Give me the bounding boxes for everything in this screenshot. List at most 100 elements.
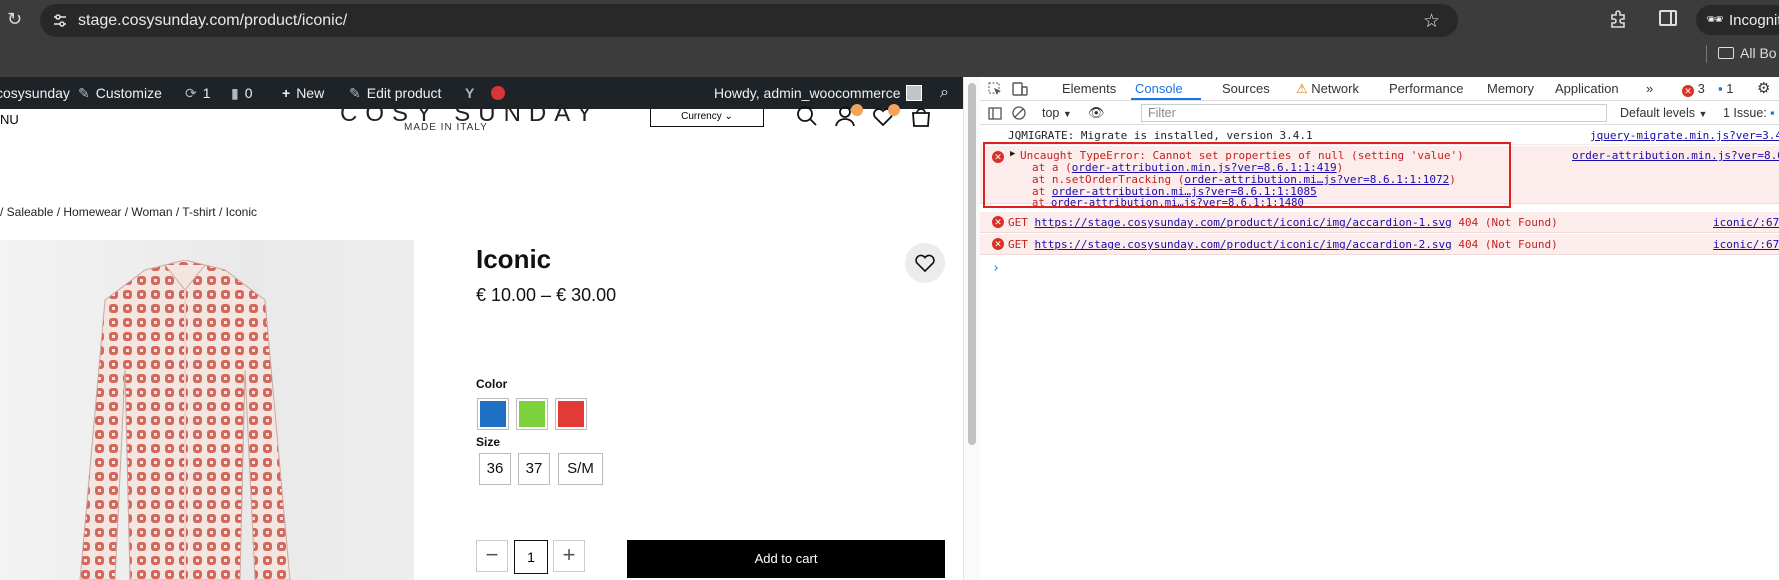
size-option-37[interactable]: 37 bbox=[518, 453, 550, 485]
extensions-icon[interactable] bbox=[1608, 9, 1628, 29]
admin-new[interactable]: + New bbox=[282, 85, 324, 101]
quantity-decrease-button[interactable]: − bbox=[476, 540, 508, 572]
yoast-icon[interactable]: Y bbox=[465, 85, 474, 101]
admin-customize[interactable]: ✎ Customize bbox=[78, 85, 162, 102]
issue-counter[interactable]: ▪ 1 bbox=[1718, 81, 1733, 96]
settings-gear-icon[interactable]: ⚙ bbox=[1757, 79, 1770, 97]
network-error: GET https://stage.cosysunday.com/product… bbox=[1008, 216, 1558, 229]
http-method: GET bbox=[1008, 216, 1028, 229]
console-error-row: ✕ GET https://stage.cosysunday.com/produ… bbox=[980, 234, 1779, 255]
breadcrumb[interactable]: / Saleable / Homewear / Woman / T-shirt … bbox=[0, 205, 257, 219]
pencil-icon: ✎ bbox=[349, 85, 361, 101]
error-icon: ✕ bbox=[992, 238, 1004, 250]
bookmarks-divider bbox=[1706, 45, 1707, 63]
bookmark-star-icon[interactable]: ☆ bbox=[1423, 10, 1440, 33]
dropdown-arrow-icon: ▼ bbox=[1062, 109, 1072, 119]
site-header: NU COSY SUNDAY MADE IN ITALY Currency ⌄ bbox=[0, 100, 963, 169]
error-source-link[interactable]: iconic/:67 bbox=[1713, 238, 1779, 251]
color-swatch-green[interactable] bbox=[516, 398, 548, 430]
tab-performance[interactable]: Performance bbox=[1389, 81, 1463, 96]
admin-search-icon[interactable]: ⌕ bbox=[940, 84, 949, 102]
devtools-panel: Elements Console Sources ⚠ Network Perfo… bbox=[980, 77, 1779, 580]
color-label: Color bbox=[476, 377, 508, 391]
live-expression-eye-icon[interactable]: 👁 bbox=[1088, 105, 1105, 121]
new-label: New bbox=[296, 85, 325, 101]
color-swatch-red[interactable] bbox=[555, 398, 587, 430]
seo-status-dot[interactable] bbox=[491, 86, 505, 100]
swatch-fill bbox=[558, 401, 584, 427]
error-icon: ✕ bbox=[1682, 85, 1694, 97]
side-panel-icon[interactable] bbox=[1659, 10, 1677, 26]
admin-site-name[interactable]: cosysunday bbox=[0, 85, 70, 101]
url-text[interactable]: stage.cosysunday.com/product/iconic/ bbox=[78, 12, 347, 30]
updates-icon: ⟳ bbox=[185, 85, 197, 101]
brush-icon: ✎ bbox=[78, 85, 90, 101]
currency-select[interactable]: Currency ⌄ bbox=[650, 109, 764, 127]
error-count: 3 bbox=[1697, 81, 1705, 96]
address-bar[interactable]: stage.cosysunday.com/product/iconic/ ☆ bbox=[40, 4, 1458, 37]
tab-network[interactable]: ⚠ Network bbox=[1296, 81, 1359, 97]
more-tabs-icon[interactable]: » bbox=[1646, 81, 1653, 96]
scrollbar-thumb[interactable] bbox=[968, 83, 976, 445]
console-toolbar: top ▼ 👁 Filter Default levels ▼ 1 Issue:… bbox=[980, 101, 1779, 125]
shirt-image bbox=[79, 260, 291, 580]
highlight-annotation-box bbox=[983, 142, 1511, 208]
console-filter-input[interactable]: Filter bbox=[1141, 104, 1607, 122]
clear-console-icon[interactable] bbox=[1012, 106, 1026, 120]
incognito-badge[interactable]: 🕶 Incognito bbox=[1696, 5, 1779, 35]
quantity-increase-button[interactable]: + bbox=[553, 540, 585, 572]
tab-memory[interactable]: Memory bbox=[1487, 81, 1534, 96]
search-icon[interactable] bbox=[796, 105, 818, 127]
dropdown-arrow-icon: ▼ bbox=[1698, 109, 1708, 119]
reload-icon[interactable]: ↻ bbox=[7, 9, 22, 30]
add-to-cart-button[interactable]: Add to cart bbox=[627, 540, 945, 578]
swatch-fill bbox=[480, 401, 506, 427]
howdy-label: Howdy, admin_woocommerce bbox=[714, 85, 901, 101]
issues-link[interactable]: 1 Issue: ▪ bbox=[1723, 106, 1775, 120]
product-image[interactable] bbox=[0, 240, 414, 580]
admin-comments[interactable]: ▮ 0 bbox=[231, 85, 253, 102]
menu-toggle[interactable]: NU bbox=[0, 112, 19, 127]
account-badge bbox=[851, 104, 863, 116]
color-swatch-blue[interactable] bbox=[477, 398, 509, 430]
customize-label: Customize bbox=[95, 85, 162, 101]
all-bookmarks[interactable]: All Bo bbox=[1718, 45, 1777, 61]
log-text: JQMIGRATE: Migrate is installed, version… bbox=[1008, 129, 1313, 142]
tab-sources[interactable]: Sources bbox=[1222, 81, 1270, 96]
request-url-link[interactable]: https://stage.cosysunday.com/product/ico… bbox=[1035, 238, 1452, 251]
error-source-link[interactable]: order-attribution.min.js?ver=8.6 bbox=[1572, 149, 1779, 162]
comments-count: 0 bbox=[244, 85, 253, 101]
log-levels-label: Default levels bbox=[1620, 106, 1696, 120]
size-option-sm[interactable]: S/M bbox=[558, 453, 603, 485]
error-source-link[interactable]: iconic/:67 bbox=[1713, 216, 1779, 229]
sidebar-toggle-icon[interactable] bbox=[988, 107, 1002, 120]
log-levels-select[interactable]: Default levels ▼ bbox=[1620, 106, 1707, 120]
folder-icon bbox=[1718, 47, 1734, 59]
incognito-label: Incognito bbox=[1729, 12, 1779, 29]
size-option-36[interactable]: 36 bbox=[479, 453, 511, 485]
device-toolbar-icon[interactable] bbox=[1012, 82, 1028, 96]
http-status: 404 (Not Found) bbox=[1458, 216, 1558, 229]
currency-label: Currency bbox=[681, 111, 722, 122]
add-to-wishlist-button[interactable] bbox=[905, 243, 945, 283]
console-prompt-icon[interactable]: › bbox=[992, 261, 1000, 276]
tab-application[interactable]: Application bbox=[1555, 81, 1619, 96]
cart-icon[interactable] bbox=[910, 105, 932, 127]
network-label: Network bbox=[1311, 81, 1359, 96]
tab-console[interactable]: Console bbox=[1135, 81, 1183, 96]
site-settings-icon[interactable] bbox=[52, 13, 68, 29]
admin-account[interactable]: Howdy, admin_woocommerce bbox=[714, 85, 923, 101]
admin-updates[interactable]: ⟳ 1 bbox=[185, 85, 211, 102]
tab-elements[interactable]: Elements bbox=[1062, 81, 1116, 96]
context-select[interactable]: top ▼ bbox=[1042, 106, 1072, 120]
error-counter[interactable]: ✕ 3 bbox=[1682, 81, 1705, 97]
page-scrollbar[interactable] bbox=[963, 77, 980, 580]
chevron-down-icon: ⌄ bbox=[724, 111, 733, 122]
log-source-link[interactable]: jquery-migrate.min.js?ver=3.4 bbox=[1590, 129, 1779, 142]
quantity-input[interactable]: 1 bbox=[514, 540, 548, 574]
inspect-element-icon[interactable] bbox=[988, 82, 1002, 96]
devtools-tabbar: Elements Console Sources ⚠ Network Perfo… bbox=[980, 77, 1779, 101]
edit-product-label: Edit product bbox=[366, 85, 442, 101]
request-url-link[interactable]: https://stage.cosysunday.com/product/ico… bbox=[1035, 216, 1452, 229]
plus-icon: + bbox=[282, 85, 291, 101]
